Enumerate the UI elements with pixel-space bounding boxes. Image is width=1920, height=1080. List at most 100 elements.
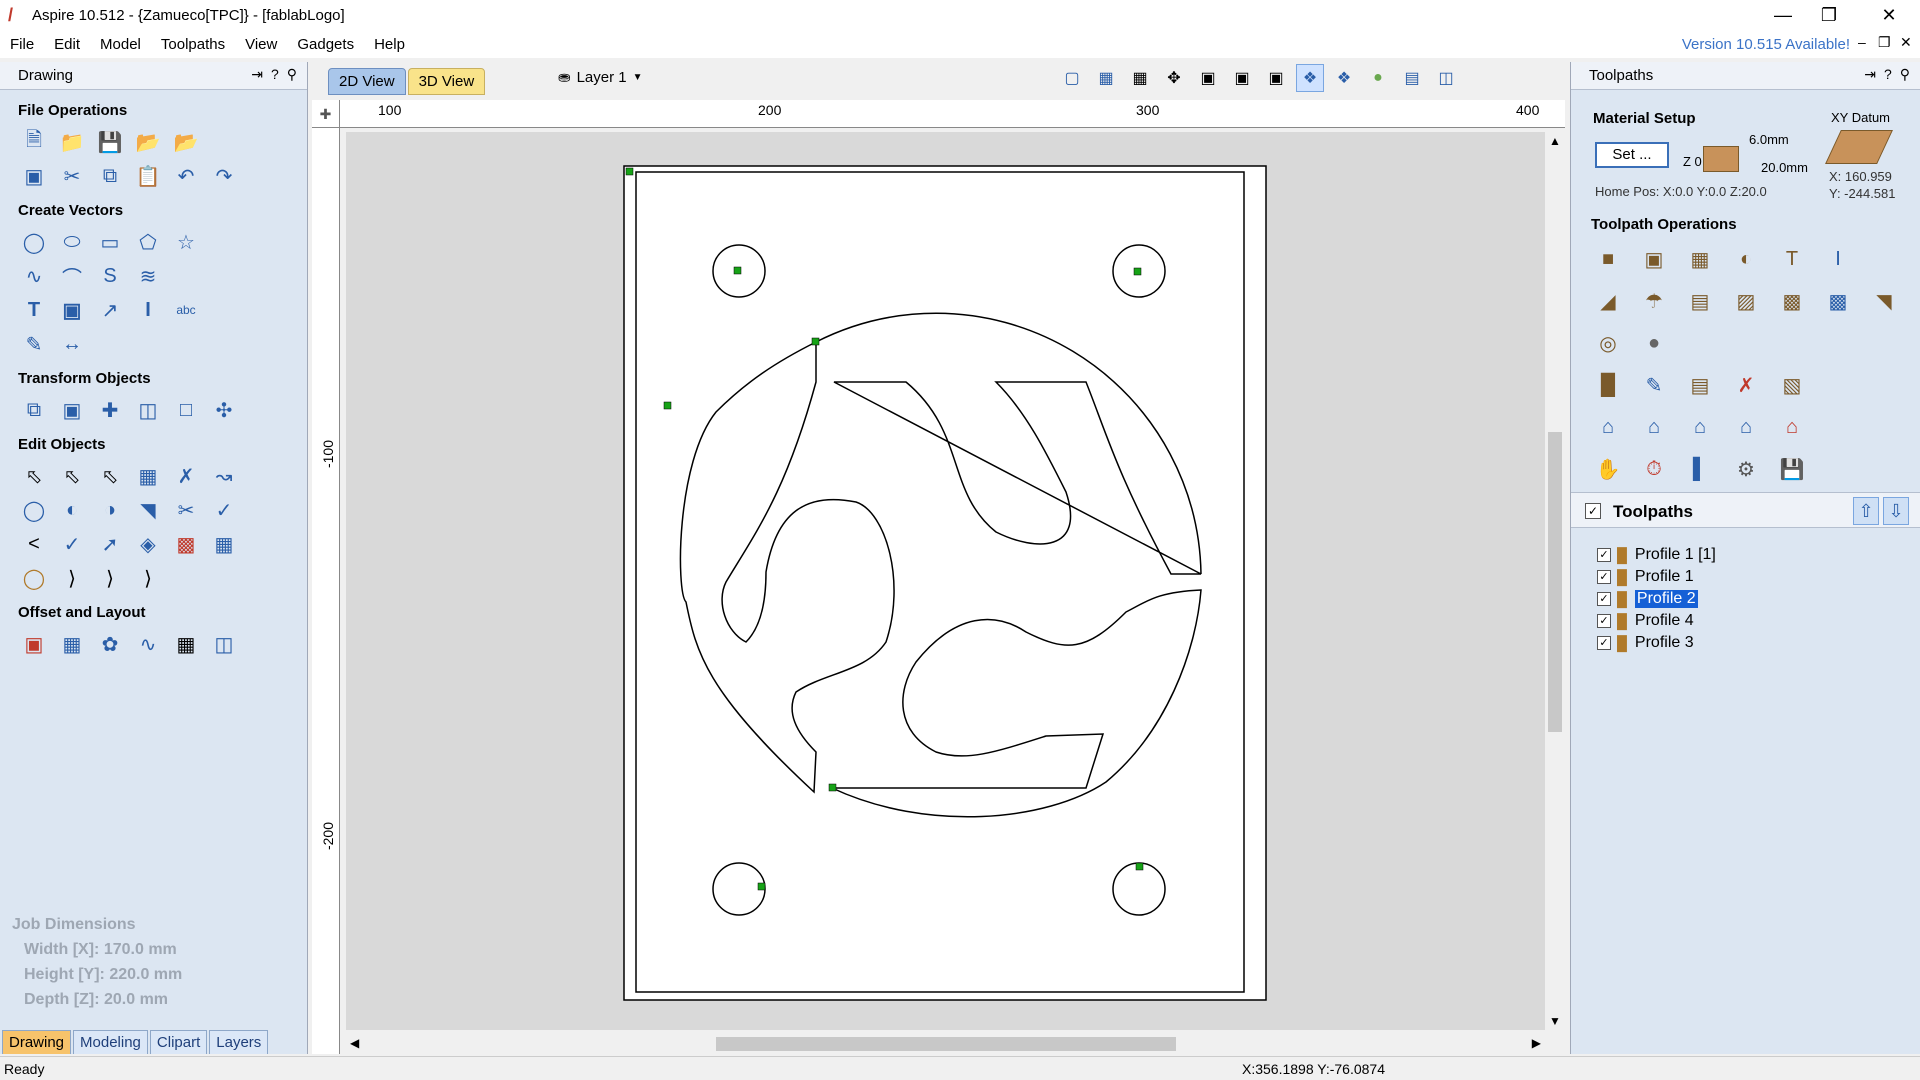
sphere-preview-icon[interactable]: ● bbox=[1637, 326, 1671, 360]
edit-toolpath-icon[interactable]: ✎ bbox=[1637, 368, 1671, 402]
toolpaths-visible-checkbox[interactable]: ✓ bbox=[1585, 503, 1601, 519]
horizontal-scrollbar[interactable]: ◀ ▶ bbox=[346, 1034, 1545, 1054]
zoom-in-icon[interactable]: ▣ bbox=[1194, 64, 1222, 92]
settings-icon[interactable]: ⚙ bbox=[1729, 452, 1763, 486]
menu-file[interactable]: File bbox=[0, 36, 44, 53]
tab-3d-view[interactable]: 3D View bbox=[407, 68, 486, 95]
text-icon[interactable]: T bbox=[20, 296, 48, 324]
nesting-icon[interactable]: ▦ bbox=[58, 630, 86, 658]
link-icon[interactable]: ❖ bbox=[1330, 64, 1358, 92]
menu-gadgets[interactable]: Gadgets bbox=[287, 36, 364, 53]
import-bitmap-icon[interactable]: 📂 bbox=[172, 128, 200, 156]
toolpath-checkbox[interactable]: ✓ bbox=[1597, 548, 1611, 562]
curve-fit-icon[interactable]: ➚ bbox=[96, 530, 124, 558]
scroll-left-icon[interactable]: ◀ bbox=[350, 1036, 359, 1050]
3d-profile-icon[interactable]: ◥ bbox=[1867, 284, 1901, 318]
tool-database-icon[interactable]: █ bbox=[1591, 368, 1625, 402]
move-icon[interactable]: ⧉ bbox=[20, 396, 48, 424]
calculator-icon[interactable]: ▧ bbox=[1775, 368, 1809, 402]
rectangle-icon[interactable]: ▭ bbox=[96, 228, 124, 256]
text-on-curve-icon[interactable]: ↗ bbox=[96, 296, 124, 324]
menu-edit[interactable]: Edit bbox=[44, 36, 90, 53]
delete-duplicates-icon[interactable]: ✗ bbox=[172, 462, 200, 490]
inlay-toolpath-icon[interactable]: ▩ bbox=[1821, 284, 1855, 318]
mdi-close-icon[interactable]: ✕ bbox=[1900, 34, 1912, 51]
scale-icon[interactable]: ▣ bbox=[58, 396, 86, 424]
save-toolpath-icon[interactable]: 💾 bbox=[1775, 452, 1809, 486]
drilling-toolpath-icon[interactable]: ▦ bbox=[1683, 242, 1717, 276]
intersect-icon[interactable]: ◑ bbox=[96, 496, 124, 524]
menu-view[interactable]: View bbox=[235, 36, 287, 53]
moulding-toolpath-icon[interactable]: ▩ bbox=[1775, 284, 1809, 318]
scroll-up-icon[interactable]: ▲ bbox=[1545, 134, 1565, 148]
material-set-button[interactable]: Set ... bbox=[1595, 142, 1669, 168]
toolpath-item[interactable]: ✓ █ Profile 1 bbox=[1597, 566, 1716, 588]
reset-preview-icon[interactable]: ⌂ bbox=[1729, 410, 1763, 444]
menu-toolpaths[interactable]: Toolpaths bbox=[151, 36, 235, 53]
layer-selector[interactable]: ⛂ Layer 1 ▼ bbox=[558, 68, 643, 87]
close-icon[interactable]: ✕ bbox=[1866, 0, 1912, 30]
profile-toolpath-icon[interactable]: ■ bbox=[1591, 242, 1625, 276]
fluting-profile-icon[interactable]: ◎ bbox=[1591, 326, 1625, 360]
paste-icon[interactable]: 📋 bbox=[134, 162, 162, 190]
fluting-toolpath-icon[interactable]: I bbox=[1821, 242, 1855, 276]
mirror-icon[interactable]: ◫ bbox=[134, 396, 162, 424]
selection-tools-icon[interactable]: ▦ bbox=[134, 462, 162, 490]
zoom-out-icon[interactable]: ▣ bbox=[1228, 64, 1256, 92]
split-horizontal-icon[interactable]: ▤ bbox=[1398, 64, 1426, 92]
grid-icon[interactable]: ▦ bbox=[1126, 64, 1154, 92]
toolpath-checkbox[interactable]: ✓ bbox=[1597, 570, 1611, 584]
xy-datum-icon[interactable] bbox=[1825, 130, 1893, 164]
dock-icon[interactable]: ⇥ bbox=[1864, 66, 1876, 83]
close-vectors-icon[interactable]: ✓ bbox=[58, 530, 86, 558]
trim-icon[interactable]: ✂ bbox=[172, 496, 200, 524]
corner-icon[interactable]: ⟩ bbox=[58, 564, 86, 592]
3d-roughing-icon[interactable]: ☂ bbox=[1637, 284, 1671, 318]
toolpath-checkbox[interactable]: ✓ bbox=[1597, 592, 1611, 606]
open-file-icon[interactable]: 📁 bbox=[58, 128, 86, 156]
tabs-icon[interactable]: ✿ bbox=[96, 630, 124, 658]
select-icon[interactable]: ⬁ bbox=[20, 462, 48, 490]
smooth-icon[interactable]: ◈ bbox=[134, 530, 162, 558]
toolpath-item[interactable]: ✓ █ Profile 4 bbox=[1597, 610, 1716, 632]
pocket-toolpath-icon[interactable]: ▣ bbox=[1637, 242, 1671, 276]
minimize-icon[interactable]: — bbox=[1760, 0, 1806, 30]
tab-2d-view[interactable]: 2D View bbox=[328, 68, 406, 95]
weld-icon[interactable]: ◯ bbox=[20, 496, 48, 524]
prism-carving-icon[interactable]: ◢ bbox=[1591, 284, 1625, 318]
split-vertical-icon[interactable]: ◫ bbox=[1432, 64, 1460, 92]
tab-drawing[interactable]: Drawing bbox=[2, 1030, 72, 1054]
quick-engrave-icon[interactable]: ◐ bbox=[1729, 242, 1763, 276]
delete-toolpath-icon[interactable]: ✗ bbox=[1729, 368, 1763, 402]
dogbone-icon[interactable]: ⟩ bbox=[134, 564, 162, 592]
pan-icon[interactable]: ✥ bbox=[1160, 64, 1188, 92]
vertical-scroll-thumb[interactable] bbox=[1548, 432, 1562, 732]
summary-icon[interactable]: ▌ bbox=[1683, 452, 1717, 486]
menu-model[interactable]: Model bbox=[90, 36, 151, 53]
measure-icon[interactable]: ↝ bbox=[210, 462, 238, 490]
polyline-icon[interactable]: ∿ bbox=[20, 262, 48, 290]
save-file-icon[interactable]: 💾 bbox=[96, 128, 124, 156]
template-icon[interactable]: ▤ bbox=[1683, 368, 1717, 402]
zoom-selection-icon[interactable]: ▦ bbox=[1092, 64, 1120, 92]
toolpath-checkbox[interactable]: ✓ bbox=[1597, 636, 1611, 650]
distort-icon[interactable]: □ bbox=[172, 396, 200, 424]
copy-along-vectors-icon[interactable]: ∿ bbox=[134, 630, 162, 658]
help-icon[interactable]: ? bbox=[1884, 66, 1892, 83]
arc-icon[interactable]: ⌒ bbox=[58, 262, 86, 290]
help-icon[interactable]: ? bbox=[271, 66, 279, 83]
draw-freehand-icon[interactable]: ✎ bbox=[20, 330, 48, 358]
text-arc-icon[interactable]: abc bbox=[172, 296, 200, 324]
job-setup-icon[interactable]: ▣ bbox=[20, 162, 48, 190]
spiral-icon[interactable]: ≋ bbox=[134, 262, 162, 290]
tree-icon[interactable]: ● bbox=[1364, 64, 1392, 92]
circle-icon[interactable]: ◯ bbox=[20, 228, 48, 256]
toolpath-checkbox[interactable]: ✓ bbox=[1597, 614, 1611, 628]
zoom-extents-icon[interactable]: ▢ bbox=[1058, 64, 1086, 92]
new-file-icon[interactable]: 🗎 bbox=[20, 128, 48, 156]
preview-selected-icon[interactable]: ⌂ bbox=[1683, 410, 1717, 444]
fillet-icon[interactable]: ◥ bbox=[134, 496, 162, 524]
block-copy-icon[interactable]: ◫ bbox=[210, 630, 238, 658]
import-vectors-icon[interactable]: 📂 bbox=[134, 128, 162, 156]
bitmap-trace-icon[interactable]: ▩ bbox=[172, 530, 200, 558]
